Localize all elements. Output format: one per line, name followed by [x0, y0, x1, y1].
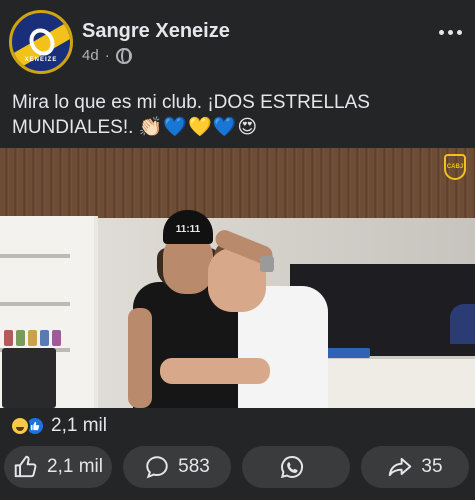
share-button[interactable]: 35: [361, 446, 469, 488]
arm: [160, 358, 270, 384]
jar: [52, 330, 61, 346]
jar: [4, 330, 13, 346]
jar: [40, 330, 49, 346]
reaction-summary[interactable]: 2,1 mil: [10, 414, 107, 438]
more-options-icon[interactable]: [436, 22, 464, 42]
page-avatar[interactable]: XENEIZE: [9, 10, 73, 74]
coffee-machine: [2, 348, 56, 408]
watch: [260, 256, 274, 272]
post-header: XENEIZE Sangre Xeneize 4d ·: [0, 0, 475, 80]
like-count: 2,1 mil: [47, 456, 103, 477]
comment-count: 583: [178, 456, 210, 477]
arm: [128, 308, 152, 408]
whatsapp-button[interactable]: [242, 446, 350, 488]
more-dot: [447, 29, 453, 35]
caption-emojis: 👏🏻💙💛💙😍: [138, 117, 259, 138]
meta-separator: ·: [104, 47, 110, 64]
shelf: [0, 302, 70, 306]
jar: [16, 330, 25, 346]
jar: [28, 330, 37, 346]
haha-reaction-icon: [10, 416, 30, 436]
more-dot: [438, 29, 444, 35]
thumbs-up-glyph: [30, 421, 40, 431]
reaction-count: 2,1 mil: [51, 415, 107, 436]
wood-ceiling: [0, 148, 475, 218]
cap-text: 11:11: [175, 224, 201, 235]
shelf: [0, 254, 70, 258]
cabj-logo-icon: CABJ: [444, 154, 466, 180]
whatsapp-icon: [280, 456, 304, 479]
page-name[interactable]: Sangre Xeneize: [82, 20, 230, 43]
post-time[interactable]: 4d: [82, 47, 99, 64]
avatar-text: XENEIZE: [24, 57, 58, 63]
thumbs-up-icon: [14, 455, 37, 478]
comment-bubble-icon: [146, 456, 168, 479]
background-person: [450, 304, 475, 344]
comment-button[interactable]: 583: [123, 446, 231, 488]
more-dot: [456, 29, 462, 35]
post-video[interactable]: 11:11 CABJ: [0, 148, 475, 408]
post-caption: Mira lo que es mi club. ¡DOS ESTRELLAS M…: [12, 90, 467, 140]
share-arrow-icon: [389, 457, 412, 477]
share-count: 35: [421, 456, 443, 477]
like-button[interactable]: 2,1 mil: [4, 446, 112, 488]
globe-icon[interactable]: [115, 47, 132, 64]
post-meta: 4d ·: [82, 47, 132, 64]
action-bar: 2,1 mil 583 35: [0, 446, 475, 490]
